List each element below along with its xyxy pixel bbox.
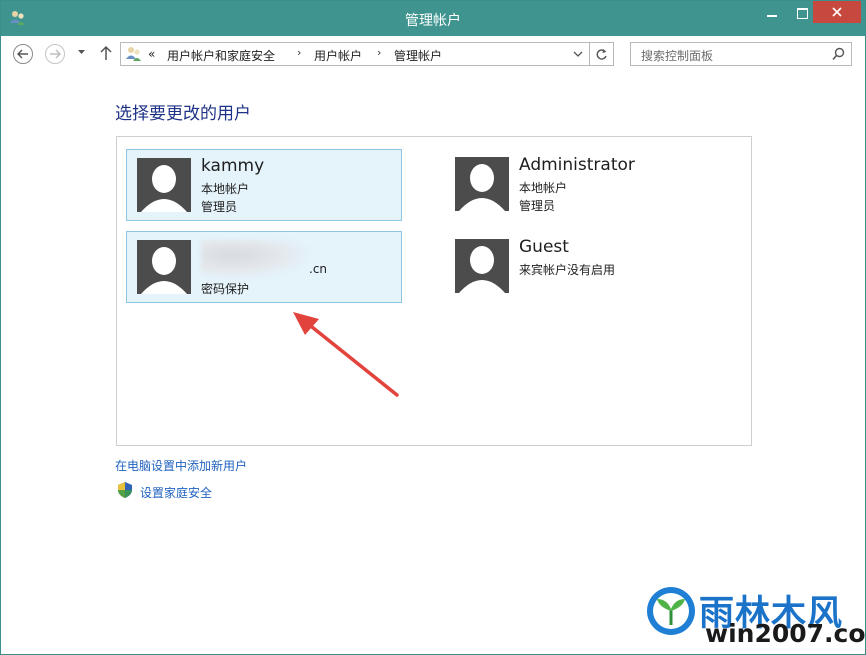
- annotation-arrow-icon: [293, 312, 399, 397]
- window: 管理帐户 « 用户帐户和家庭安全 › 用户帐户 › 管理帐户 搜索控制面板 选择…: [0, 0, 866, 655]
- watermark-logo-icon: [647, 587, 695, 635]
- watermark-url: win2007.com: [705, 619, 866, 648]
